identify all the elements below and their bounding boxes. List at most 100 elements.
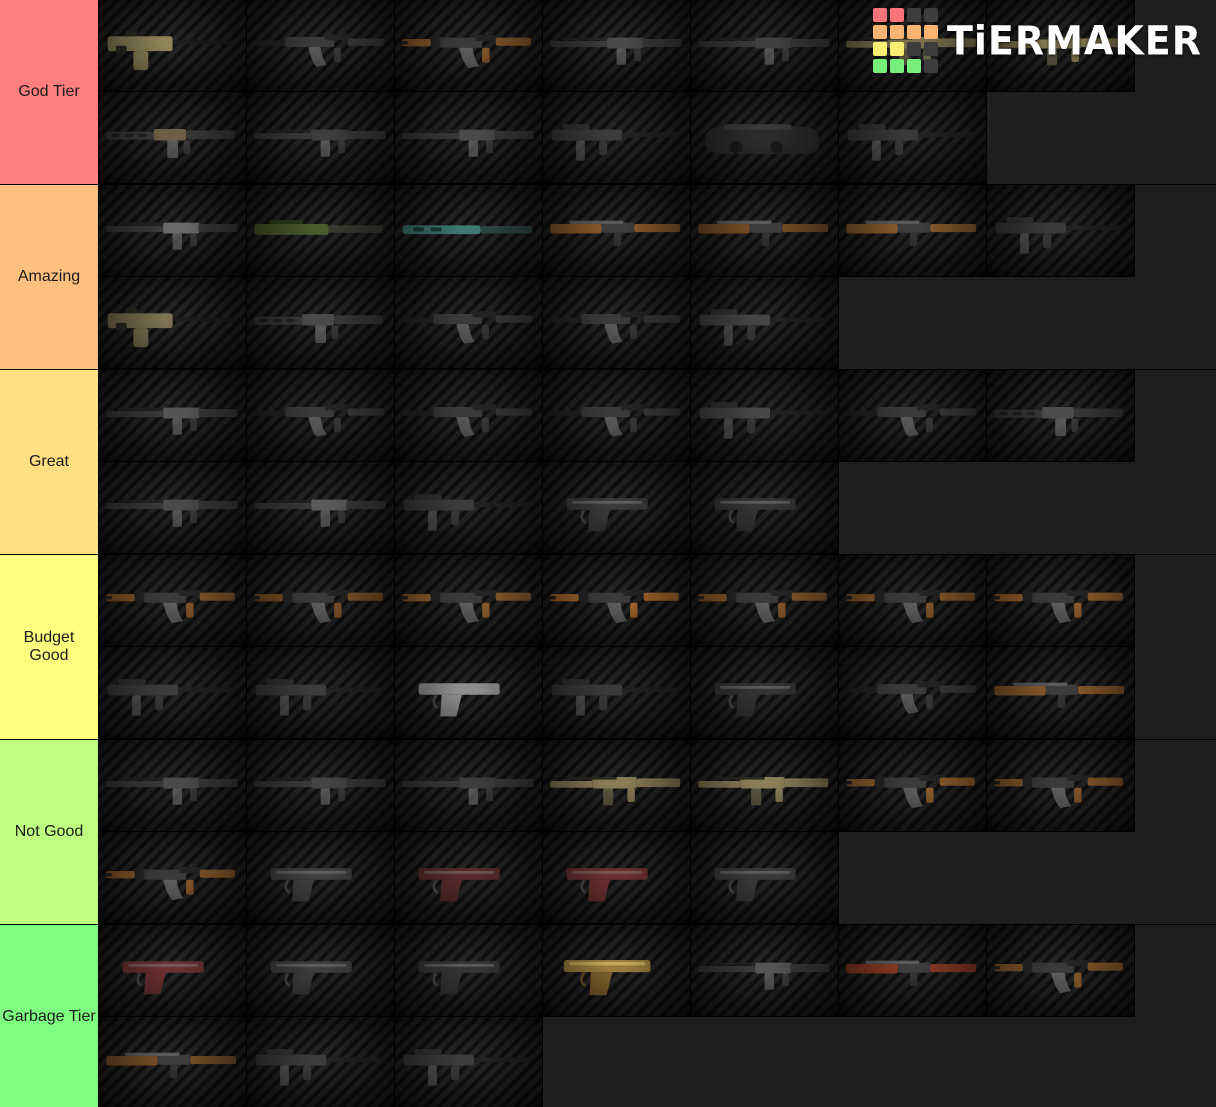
tier-item-suppressed-rifle-top[interactable] (543, 0, 691, 92)
tile-vignette (543, 647, 690, 738)
tier-item-black-service-pistol[interactable] (691, 832, 839, 924)
tier-item-glock-pistol[interactable] (691, 647, 839, 739)
tier-item-ak-103-rifle[interactable] (247, 370, 395, 462)
tier-items-container[interactable] (99, 740, 1216, 924)
tier-item-black-ak-carbine[interactable] (247, 0, 395, 92)
tier-item-vector-smg[interactable] (691, 277, 839, 369)
tier-item-mp5k-machine-pistol[interactable] (543, 647, 691, 739)
tier-item-ak-pdw-folding[interactable] (395, 277, 543, 369)
tier-item-wood-grip-pistol[interactable] (543, 832, 691, 924)
tier-item-ar15-keymod-rifle[interactable] (99, 92, 247, 184)
tier-item-ak-47-classic[interactable] (395, 555, 543, 647)
tier-item-wood-grip-smg[interactable] (987, 647, 1135, 739)
tier-items-container[interactable] (99, 555, 1216, 739)
tier-item-pp-19-bizon-smg[interactable] (247, 1017, 395, 1107)
tier-item-makarov-pistol[interactable] (99, 925, 247, 1017)
tier-item-bullpup-dmr[interactable] (247, 740, 395, 832)
tier-item-ak-74u-carbine[interactable] (543, 277, 691, 369)
tier-item-tan-bullpup-rifle-2[interactable] (691, 740, 839, 832)
tier-item-ak-wood-rifle-4[interactable] (987, 925, 1135, 1017)
tier-item-pump-shotgun[interactable] (691, 925, 839, 1017)
tier-label-great[interactable]: Great (0, 370, 99, 554)
tier-item-akm-wood-rifle-2[interactable] (839, 740, 987, 832)
tier-item-ak-74m-rifle[interactable] (395, 370, 543, 462)
tier-item-gold-tokarev-pistol[interactable] (543, 925, 691, 1017)
tier-item-fal-battle-rifle[interactable] (395, 92, 543, 184)
tier-item-wood-stock-shotgun-2[interactable] (839, 925, 987, 1017)
tier-item-m4a1-carbine[interactable] (987, 370, 1135, 462)
tier-label-amazing[interactable]: Amazing (0, 185, 99, 369)
tier-item-rpk-light-machine-gun[interactable] (839, 555, 987, 647)
tier-item-stainless-beretta-pistol[interactable] (395, 647, 543, 739)
tier-item-akm-orange-furniture[interactable] (543, 555, 691, 647)
tier-item-long-rail-dmr[interactable] (99, 740, 247, 832)
tile-vignette (543, 740, 690, 831)
tier-item-wood-stock-shotgun[interactable] (543, 185, 691, 277)
tier-items-container[interactable] (99, 0, 1216, 184)
tier-item-ak-side-folder[interactable] (839, 370, 987, 462)
tier-item-compact-pdw[interactable] (543, 92, 691, 184)
tier-item-g3-battle-rifle[interactable] (99, 462, 247, 554)
tile-vignette (987, 370, 1134, 461)
tier-item-saiga-shotgun[interactable] (839, 647, 987, 739)
tier-label-budget-good[interactable]: Budget Good (0, 555, 99, 739)
tier-item-wire-stock-smg-2[interactable] (247, 647, 395, 739)
tile-vignette (691, 370, 838, 461)
tier-item-mp9-machine-pistol[interactable] (395, 462, 543, 554)
tier-item-black-compact-smg[interactable] (987, 185, 1135, 277)
tier-row: Not Good (0, 740, 1216, 925)
tier-row: God Tier (0, 0, 1216, 185)
tier-item-m4-carbine[interactable] (247, 277, 395, 369)
tier-item-ak-wood-variant[interactable] (691, 555, 839, 647)
tier-item-p90-bullpup-smg[interactable] (691, 92, 839, 184)
tile-vignette (839, 740, 986, 831)
tier-item-black-machine-pistol[interactable] (839, 92, 987, 184)
tier-item-tan-battle-rifle[interactable] (839, 0, 987, 92)
tier-label-not-good[interactable]: Not Good (0, 740, 99, 924)
tile-vignette (99, 1017, 246, 1107)
tier-item-black-rifle-receiver[interactable] (691, 0, 839, 92)
tile-vignette (691, 92, 838, 183)
tier-item-akm-wood-rifle[interactable] (247, 555, 395, 647)
tier-item-long-barrel-rifle[interactable] (247, 462, 395, 554)
tier-items-container[interactable] (99, 185, 1216, 369)
tier-item-desert-carbine[interactable] (987, 0, 1135, 92)
tier-item-ak-wood-folding-stock[interactable] (99, 832, 247, 924)
tile-vignette (691, 0, 838, 91)
tier-item-wood-double-barrel[interactable] (839, 185, 987, 277)
tier-item-suppressed-pistol-long[interactable] (247, 832, 395, 924)
tier-item-tt-33-pistol[interactable] (395, 925, 543, 1017)
tier-item-tan-bullpup-shotgun[interactable] (543, 740, 691, 832)
tier-item-teal-handguard-rifle[interactable] (395, 185, 543, 277)
tile-vignette (987, 185, 1134, 276)
tier-item-bolt-action-rifle[interactable] (99, 185, 247, 277)
tier-item-wood-furniture-ak[interactable] (99, 555, 247, 647)
tier-item-empty-slot-placeholder[interactable] (395, 1017, 543, 1107)
tile-vignette (543, 925, 690, 1016)
tier-item-pm-pistol[interactable] (247, 925, 395, 1017)
tier-item-polymer-pistol[interactable] (691, 462, 839, 554)
tier-items-container[interactable] (99, 925, 1216, 1107)
tier-items-container[interactable] (99, 370, 1216, 554)
tier-item-long-rail-black-rifle[interactable] (247, 92, 395, 184)
tier-item-ak-wood-rifle-3[interactable] (987, 740, 1135, 832)
tier-item-suppressed-revolver[interactable] (395, 832, 543, 924)
tile-vignette (987, 555, 1134, 646)
tier-item-wood-rifle-long[interactable] (99, 1017, 247, 1107)
tier-item-ak-105-carbine[interactable] (543, 370, 691, 462)
tile-vignette (395, 925, 542, 1016)
tier-item-ak-bakelite-rifle[interactable] (987, 555, 1135, 647)
tier-item-usp-pistol[interactable] (543, 462, 691, 554)
tier-item-mp5-submachine-gun[interactable] (691, 370, 839, 462)
tier-item-vss-vintorez-rifle[interactable] (395, 740, 543, 832)
tier-item-tan-bullpup-rifle[interactable] (99, 0, 247, 92)
tier-item-od-green-rifle[interactable] (247, 185, 395, 277)
tier-item-wire-stock-smg[interactable] (99, 647, 247, 739)
tier-item-tan-micro-smg[interactable] (99, 277, 247, 369)
tier-label-garbage-tier[interactable]: Garbage Tier (0, 925, 99, 1107)
tier-item-wood-handguard-ak[interactable] (395, 0, 543, 92)
tier-label-god-tier[interactable]: God Tier (0, 0, 99, 184)
tier-row: Amazing (0, 185, 1216, 370)
tier-item-bullpup-assault-rifle[interactable] (99, 370, 247, 462)
tier-item-wood-hunting-rifle[interactable] (691, 185, 839, 277)
